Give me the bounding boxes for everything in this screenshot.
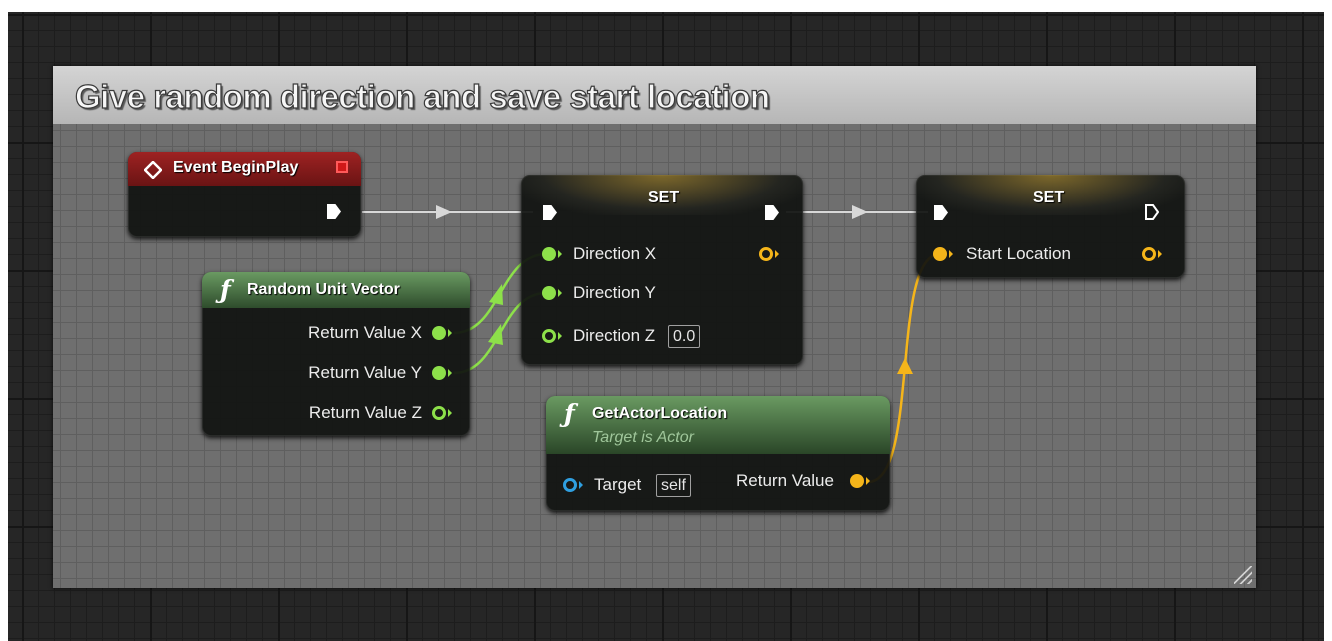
direction-output-pin[interactable] (759, 247, 773, 261)
event-diamond-icon (144, 161, 162, 179)
return-value-z-label: Return Value Z (308, 403, 422, 422)
return-value-label: Return Value (736, 471, 834, 490)
event-beginplay-title: Event BeginPlay (173, 159, 299, 176)
return-value-y-label: Return Value Y (308, 363, 422, 382)
direction-x-label: Direction X (573, 244, 657, 263)
return-value-pin[interactable] (850, 474, 864, 488)
exec-wire-1-arrow (436, 205, 452, 219)
target-self-input[interactable]: self (656, 474, 691, 497)
return-value-arrow-icon (866, 477, 870, 485)
direction-z-pin[interactable] (542, 329, 556, 343)
start-location-output-arrow-icon (1158, 250, 1162, 258)
start-location-pin[interactable] (933, 247, 947, 261)
exec-wire-2-arrow (852, 205, 868, 219)
get-actor-location-node[interactable]: ƒ GetActorLocation Target is Actor Targe… (546, 396, 890, 511)
set-direction-title: SET (648, 189, 680, 206)
float-wire-x-arrow (489, 284, 503, 305)
function-f-icon: ƒ (220, 275, 231, 304)
event-beginplay-node[interactable]: Event BeginPlay (128, 152, 361, 237)
set-start-location-title: SET (1033, 189, 1065, 206)
random-unit-vector-node[interactable]: ƒ Random Unit Vector Return Value X Retu… (202, 272, 470, 436)
return-value-x-pin[interactable] (432, 326, 446, 340)
return-value-y-pin[interactable] (432, 366, 446, 380)
return-value-y-arrow-icon (448, 369, 452, 377)
float-wire-y-arrow (488, 324, 503, 345)
target-arrow-icon (579, 481, 583, 489)
exec-out-pin[interactable] (327, 204, 341, 219)
direction-z-label: Direction Z (573, 326, 656, 345)
delegate-pin-icon[interactable] (336, 161, 348, 173)
direction-y-arrow-icon (558, 289, 562, 297)
start-location-output-pin[interactable] (1142, 247, 1156, 261)
get-actor-location-title: GetActorLocation (592, 405, 728, 422)
random-unit-vector-title: Random Unit Vector (247, 281, 400, 298)
direction-z-arrow-icon (558, 332, 562, 340)
vector-wire-arrow (897, 358, 913, 374)
return-value-x-arrow-icon (448, 329, 452, 337)
direction-y-pin[interactable] (542, 286, 556, 300)
direction-output-arrow-icon (775, 250, 779, 258)
return-value-x-label: Return Value X (307, 323, 422, 342)
start-location-label: Start Location (966, 244, 1071, 263)
return-value-z-arrow-icon (448, 409, 452, 417)
set-direction-node[interactable]: SET Direction X Direction Y Direction Z … (521, 175, 803, 365)
get-actor-location-subtitle: Target is Actor (592, 429, 694, 446)
target-pin[interactable] (563, 478, 577, 492)
direction-x-arrow-icon (558, 250, 562, 258)
set-start-location-node[interactable]: SET Start Location (916, 175, 1185, 278)
direction-y-label: Direction Y (573, 283, 656, 302)
direction-z-value-input[interactable]: 0.0 (668, 325, 701, 348)
target-label: Target (594, 475, 642, 494)
exec-out-hollow-pin[interactable] (1145, 204, 1159, 220)
function-f-icon: ƒ (564, 399, 575, 428)
return-value-z-pin[interactable] (432, 406, 446, 420)
direction-x-pin[interactable] (542, 247, 556, 261)
start-location-arrow-icon (949, 250, 953, 258)
